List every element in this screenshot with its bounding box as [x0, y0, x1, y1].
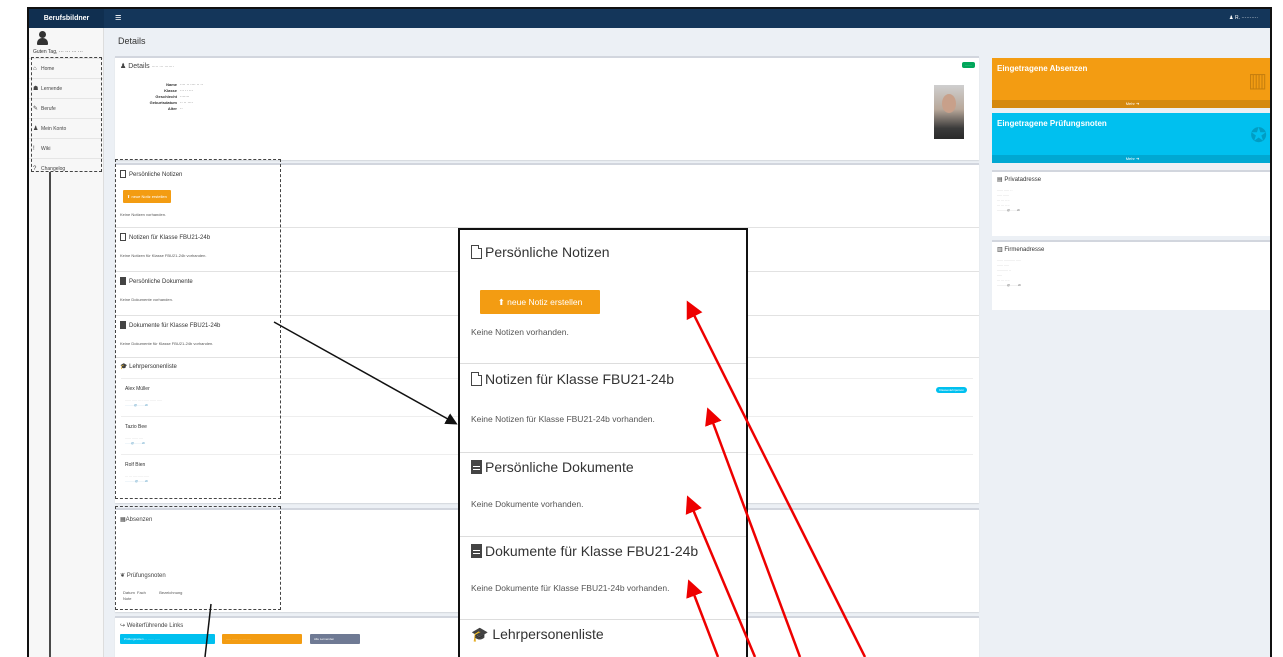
zoom-class-notes-title: Notizen für Klasse FBU21-24b — [471, 371, 674, 387]
absences-link-button[interactable]: ····· ······ ··· ···· ···· — [222, 634, 302, 644]
zoom-class-documents-none: Keine Dokumente für Klasse FBU21-24b vor… — [471, 583, 670, 593]
page-title: Details — [118, 36, 146, 46]
zoom-teachers: 🎓 Lehrpersonenliste — [460, 619, 746, 657]
zoom-callout-panel: Persönliche Notizen ⬆ neue Notiz erstell… — [458, 228, 748, 657]
zoom-personal-documents-none: Keine Dokumente vorhanden. — [471, 499, 584, 509]
graduation-cap-icon: 🎓 — [471, 626, 489, 642]
zoom-personal-notes: Persönliche Notizen ⬆ neue Notiz erstell… — [460, 230, 746, 363]
notes-highlight-frame — [115, 159, 281, 499]
company-address-lines: ······ ··········· ····· ······ ····· ····… — [997, 258, 1022, 287]
profile-photo — [934, 85, 964, 139]
document-filled-icon — [471, 460, 482, 474]
zoom-class-documents: Dokumente für Klasse FBU21-24b Keine Dok… — [460, 536, 746, 619]
hamburger-icon[interactable]: ≡ — [115, 11, 121, 25]
zoom-new-note-button[interactable]: ⬆ neue Notiz erstellen — [480, 290, 600, 314]
details-box: ♟ Details ····· ··· ······· ······· Name… — [115, 56, 979, 160]
details-title: ♟ Details ····· ··· ······· — [120, 63, 174, 70]
user-avatar-icon — [36, 31, 48, 45]
zoom-class-documents-title: Dokumente für Klasse FBU21-24b — [471, 543, 698, 559]
grades-link-button[interactable]: Prüfungsnoten ··· ······ ····· — [120, 634, 215, 644]
grades-more-link[interactable]: Mehr ➜ — [992, 155, 1270, 163]
user-menu[interactable]: ♟ R. ·········· — [1229, 9, 1258, 28]
zoom-class-notes: Notizen für Klasse FBU21-24b Keine Notiz… — [460, 363, 746, 452]
industry-icon: ▥ — [997, 247, 1003, 253]
brand-logo[interactable]: Berufsbildner — [29, 9, 104, 28]
private-address-lines: ······ ····· · · ····· ······ ··· ··· ·· ·… — [997, 188, 1021, 212]
user-name: R. ·········· — [1234, 15, 1258, 21]
absences-info-title: Eingetragene Absenzen — [997, 64, 1088, 73]
document-filled-icon — [471, 544, 482, 558]
private-address-title: ▤ Privatadresse — [997, 177, 1042, 183]
share-icon: ↪ — [120, 623, 126, 629]
all-learners-button[interactable]: Alle Lernenden — [310, 634, 360, 644]
absences-more-link[interactable]: Mehr ➜ — [992, 100, 1270, 108]
status-badge: ······· — [962, 62, 975, 68]
top-navbar: Berufsbildner ≡ ♟ R. ·········· — [29, 9, 1270, 28]
zoom-personal-notes-title: Persönliche Notizen — [471, 244, 610, 260]
company-address-title: ▥ Firmenadresse — [997, 247, 1045, 253]
sidebar-highlight-frame — [31, 57, 102, 172]
document-icon — [471, 372, 482, 386]
links-title: ↪ Weiterführende Links — [120, 623, 184, 629]
award-icon: ✪ — [1250, 125, 1267, 147]
sidebar-user-panel: Guten Tag, ··· ··· ··· ··· — [29, 28, 103, 58]
absences-highlight-frame — [115, 506, 281, 610]
details-row: Alter ·· — [167, 106, 183, 111]
zoom-class-notes-none: Keine Notizen für Klasse FBU21-24b vorha… — [471, 414, 655, 424]
zoom-no-notes: Keine Notizen vorhanden. — [471, 327, 569, 337]
map-icon: ▥ — [1248, 70, 1267, 92]
grades-info-title: Eingetragene Prüfungsnoten — [997, 119, 1107, 128]
zoom-personal-documents-title: Persönliche Dokumente — [471, 459, 634, 475]
zoom-teachers-title: 🎓 Lehrpersonenliste — [471, 626, 604, 642]
absences-info-box[interactable]: Eingetragene Absenzen ▥ Mehr ➜ — [992, 58, 1270, 108]
details-table: Name ···· ·· ···· ·· ·· Klasse ··· ·· ··· … — [137, 82, 203, 112]
company-address-box: ▥ Firmenadresse ······ ··········· ·····… — [992, 240, 1270, 310]
greeting-text: Guten Tag, ··· ··· ··· ··· — [33, 49, 83, 55]
zoom-personal-documents: Persönliche Dokumente Keine Dokumente vo… — [460, 452, 746, 536]
private-address-box: ▤ Privatadresse ······ ····· · · ····· ··… — [992, 170, 1270, 236]
document-icon — [471, 245, 482, 259]
class-teacher-badge: Klassenlehrperson — [936, 387, 967, 393]
building-icon: ▤ — [997, 177, 1003, 183]
grades-info-box[interactable]: Eingetragene Prüfungsnoten ✪ Mehr ➜ — [992, 113, 1270, 163]
